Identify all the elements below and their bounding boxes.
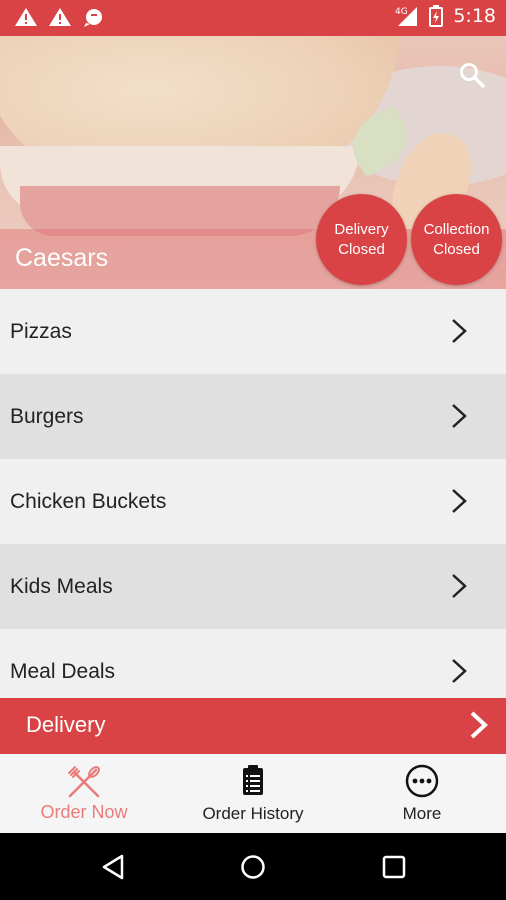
menu-item-pizzas[interactable]: Pizzas xyxy=(0,289,506,374)
order-mode-label: Delivery xyxy=(26,712,106,737)
menu-item-label: Pizzas xyxy=(10,319,72,343)
collection-badge-line2: Closed xyxy=(433,240,480,258)
signal-icon: 4G xyxy=(395,7,418,26)
tab-label: Order History xyxy=(202,804,304,823)
restaurant-name: Caesars xyxy=(15,244,109,272)
search-icon[interactable] xyxy=(459,62,485,88)
menu-category-list: Pizzas Burgers Chicken Buckets Kids Meal… xyxy=(0,289,506,698)
home-icon[interactable] xyxy=(240,854,266,880)
menu-item-chicken-buckets[interactable]: Chicken Buckets xyxy=(0,459,506,544)
clock: 5:18 xyxy=(453,5,496,27)
menu-item-kids-meals[interactable]: Kids Meals xyxy=(0,544,506,629)
chevron-right-icon xyxy=(452,404,467,428)
tab-order-history[interactable]: Order History xyxy=(169,754,337,833)
collection-badge-line1: Collection xyxy=(423,220,490,238)
chevron-right-icon xyxy=(452,489,467,513)
tab-label: More xyxy=(402,804,442,823)
menu-item-label: Chicken Buckets xyxy=(10,489,167,513)
recents-icon[interactable] xyxy=(382,855,406,879)
tab-label: Order Now xyxy=(40,802,128,822)
menu-item-label: Meal Deals xyxy=(10,659,116,683)
fork-knife-icon xyxy=(68,766,100,798)
delivery-badge-line1: Delivery xyxy=(334,220,389,238)
chevron-right-icon xyxy=(452,659,467,683)
battery-icon xyxy=(429,5,444,27)
system-navigation-bar xyxy=(0,833,506,900)
chevron-right-icon xyxy=(452,574,467,598)
clipboard-icon xyxy=(243,765,263,795)
status-bar: 4G 5:18 xyxy=(0,0,506,36)
menu-item-label: Kids Meals xyxy=(10,574,113,598)
collection-status-badge: Collection Closed xyxy=(411,194,502,285)
back-icon[interactable] xyxy=(101,854,125,880)
bottom-tab-bar: Order Now Order History More xyxy=(0,754,506,833)
more-icon xyxy=(405,764,439,798)
delivery-badge-line2: Closed xyxy=(338,240,385,258)
menu-item-burgers[interactable]: Burgers xyxy=(0,374,506,459)
warning-icon xyxy=(49,8,71,26)
order-mode-bar[interactable]: Delivery xyxy=(0,698,506,754)
chevron-right-icon xyxy=(470,711,488,739)
menu-item-meal-deals[interactable]: Meal Deals xyxy=(0,629,506,698)
tab-more[interactable]: More xyxy=(338,754,506,833)
chat-icon xyxy=(84,9,102,27)
warning-icon xyxy=(15,8,37,26)
delivery-status-badge: Delivery Closed xyxy=(316,194,407,285)
network-type-label: 4G xyxy=(395,7,408,17)
menu-item-label: Burgers xyxy=(10,404,84,428)
tab-order-now[interactable]: Order Now xyxy=(0,754,168,833)
chevron-right-icon xyxy=(452,319,467,343)
